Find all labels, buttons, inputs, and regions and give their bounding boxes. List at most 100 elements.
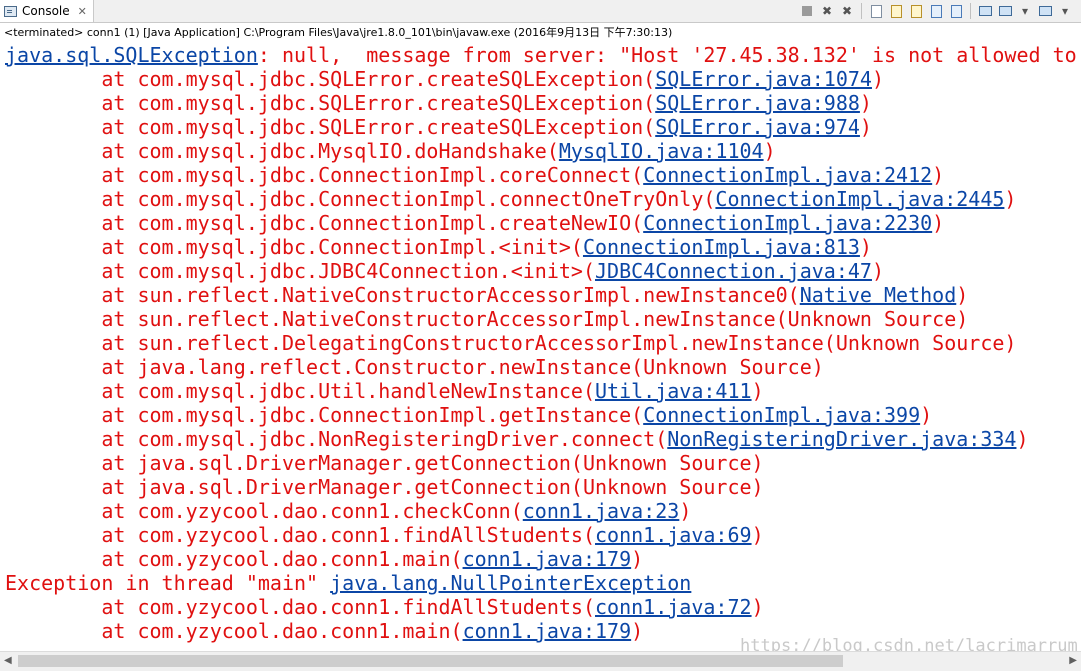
terminate-button[interactable] (799, 3, 815, 19)
source-link[interactable]: ConnectionImpl.java:813 (583, 235, 860, 259)
console-line: at com.yzycool.dao.conn1.main(conn1.java… (5, 619, 643, 643)
stdout-icon (930, 4, 942, 18)
chevron-down-icon: ▾ (1061, 4, 1069, 18)
source-link[interactable]: ConnectionImpl.java:2230 (643, 211, 932, 235)
toolbar-separator (970, 3, 971, 19)
line-suffix: ) (631, 547, 644, 571)
display-console-button[interactable] (997, 3, 1013, 19)
display-console-dropdown[interactable]: ▾ (1017, 3, 1033, 19)
line-text: at com.yzycool.dao.conn1.findAllStudents… (101, 523, 596, 547)
line-suffix: ) (859, 235, 872, 259)
console-icon (4, 5, 17, 17)
console-line: at com.mysql.jdbc.SQLError.createSQLExce… (5, 115, 872, 139)
line-suffix: ) (751, 595, 764, 619)
source-link[interactable]: conn1.java:179 (463, 619, 632, 643)
line-suffix: ) (1004, 187, 1017, 211)
line-suffix: ) (871, 67, 885, 91)
remove-launch-button[interactable]: ✖ (819, 3, 835, 19)
display-console-icon (998, 6, 1012, 16)
console-line: at com.mysql.jdbc.SQLError.createSQLExce… (5, 67, 884, 91)
close-icon[interactable]: ✕ (78, 5, 87, 18)
source-link[interactable]: conn1.java:179 (463, 547, 632, 571)
console-tab[interactable]: Console ✕ (0, 0, 94, 22)
source-link[interactable]: ConnectionImpl.java:2412 (643, 163, 932, 187)
line-suffix: : null, message from server: "Host '27.4… (257, 43, 1077, 67)
source-link[interactable]: JDBC4Connection.java:47 (595, 259, 872, 283)
clear-console-button[interactable] (868, 3, 884, 19)
console-line: at com.mysql.jdbc.ConnectionImpl.<init>(… (5, 235, 872, 259)
console-tab-label: Console (22, 4, 70, 18)
source-link[interactable]: conn1.java:69 (595, 523, 752, 547)
console-line: java.sql.SQLException: null, message fro… (5, 43, 1077, 67)
line-text: at com.mysql.jdbc.ConnectionImpl.coreCon… (101, 163, 644, 187)
new-console-dropdown[interactable]: ▾ (1057, 3, 1073, 19)
console-toolbar: ✖ ✖ ▾ ▾ (799, 2, 1073, 20)
stop-icon (802, 6, 812, 16)
line-text: at com.yzycool.dao.conn1.findAllStudents… (101, 595, 596, 619)
line-text: at com.mysql.jdbc.SQLError.createSQLExce… (101, 115, 656, 139)
source-link[interactable]: MysqlIO.java:1104 (559, 139, 764, 163)
launch-status: <terminated> conn1 (1) [Java Application… (0, 23, 1081, 43)
line-text: at sun.reflect.DelegatingConstructorAcce… (101, 331, 1017, 355)
source-link[interactable]: ConnectionImpl.java:2445 (715, 187, 1004, 211)
console-line: at java.lang.reflect.Constructor.newInst… (5, 355, 824, 379)
source-link[interactable]: NonRegisteringDriver.java:334 (667, 427, 1016, 451)
scroll-right-icon[interactable]: ▶ (1069, 655, 1077, 666)
line-text: Exception in thread "main" (5, 571, 331, 595)
scroll-lock-button[interactable] (888, 3, 904, 19)
show-on-stdout-button[interactable] (928, 3, 944, 19)
show-on-stderr-button[interactable] (948, 3, 964, 19)
clear-icon (870, 4, 882, 18)
line-text: at com.mysql.jdbc.JDBC4Connection.<init>… (101, 259, 596, 283)
console-line: at com.yzycool.dao.conn1.findAllStudents… (5, 595, 764, 619)
line-suffix: ) (751, 523, 764, 547)
console-line: at com.mysql.jdbc.ConnectionImpl.coreCon… (5, 163, 944, 187)
source-link[interactable]: SQLError.java:974 (655, 115, 860, 139)
pin-console-button[interactable] (977, 3, 993, 19)
horizontal-scrollbar[interactable]: ◀ ▶ (0, 651, 1081, 671)
new-console-button[interactable] (1037, 3, 1053, 19)
source-link[interactable]: Native Method (800, 283, 957, 307)
source-link[interactable]: conn1.java:23 (523, 499, 680, 523)
line-text: at sun.reflect.NativeConstructorAccessor… (101, 307, 969, 331)
source-link[interactable]: java.sql.SQLException (5, 43, 258, 67)
source-link[interactable]: SQLError.java:988 (655, 91, 860, 115)
line-text: at com.mysql.jdbc.ConnectionImpl.getInst… (101, 403, 644, 427)
line-text: at com.yzycool.dao.conn1.checkConn( (101, 499, 523, 523)
console-line: at com.mysql.jdbc.ConnectionImpl.connect… (5, 187, 1016, 211)
source-link[interactable]: Util.java:411 (595, 379, 752, 403)
source-link[interactable]: ConnectionImpl.java:399 (643, 403, 920, 427)
console-line: at com.yzycool.dao.conn1.main(conn1.java… (5, 547, 643, 571)
remove-all-icon: ✖ (841, 4, 853, 18)
console-output[interactable]: java.sql.SQLException: null, message fro… (0, 43, 1081, 651)
console-line: at com.mysql.jdbc.NonRegisteringDriver.c… (5, 427, 1028, 451)
console-line: at sun.reflect.DelegatingConstructorAcce… (5, 331, 1016, 355)
line-suffix: ) (751, 379, 764, 403)
line-text: at java.lang.reflect.Constructor.newInst… (101, 355, 824, 379)
line-suffix: ) (932, 163, 945, 187)
view-tab-bar: Console ✕ ✖ ✖ ▾ ▾ (0, 0, 1081, 23)
remove-all-terminated-button[interactable]: ✖ (839, 3, 855, 19)
scroll-left-icon[interactable]: ◀ (4, 655, 12, 666)
scrollbar-thumb[interactable] (18, 655, 843, 667)
source-link[interactable]: conn1.java:72 (595, 595, 752, 619)
word-wrap-button[interactable] (908, 3, 924, 19)
line-text: at com.yzycool.dao.conn1.main( (101, 547, 463, 571)
source-link[interactable]: java.lang.NullPointerException (330, 571, 691, 595)
source-link[interactable]: SQLError.java:1074 (655, 67, 872, 91)
